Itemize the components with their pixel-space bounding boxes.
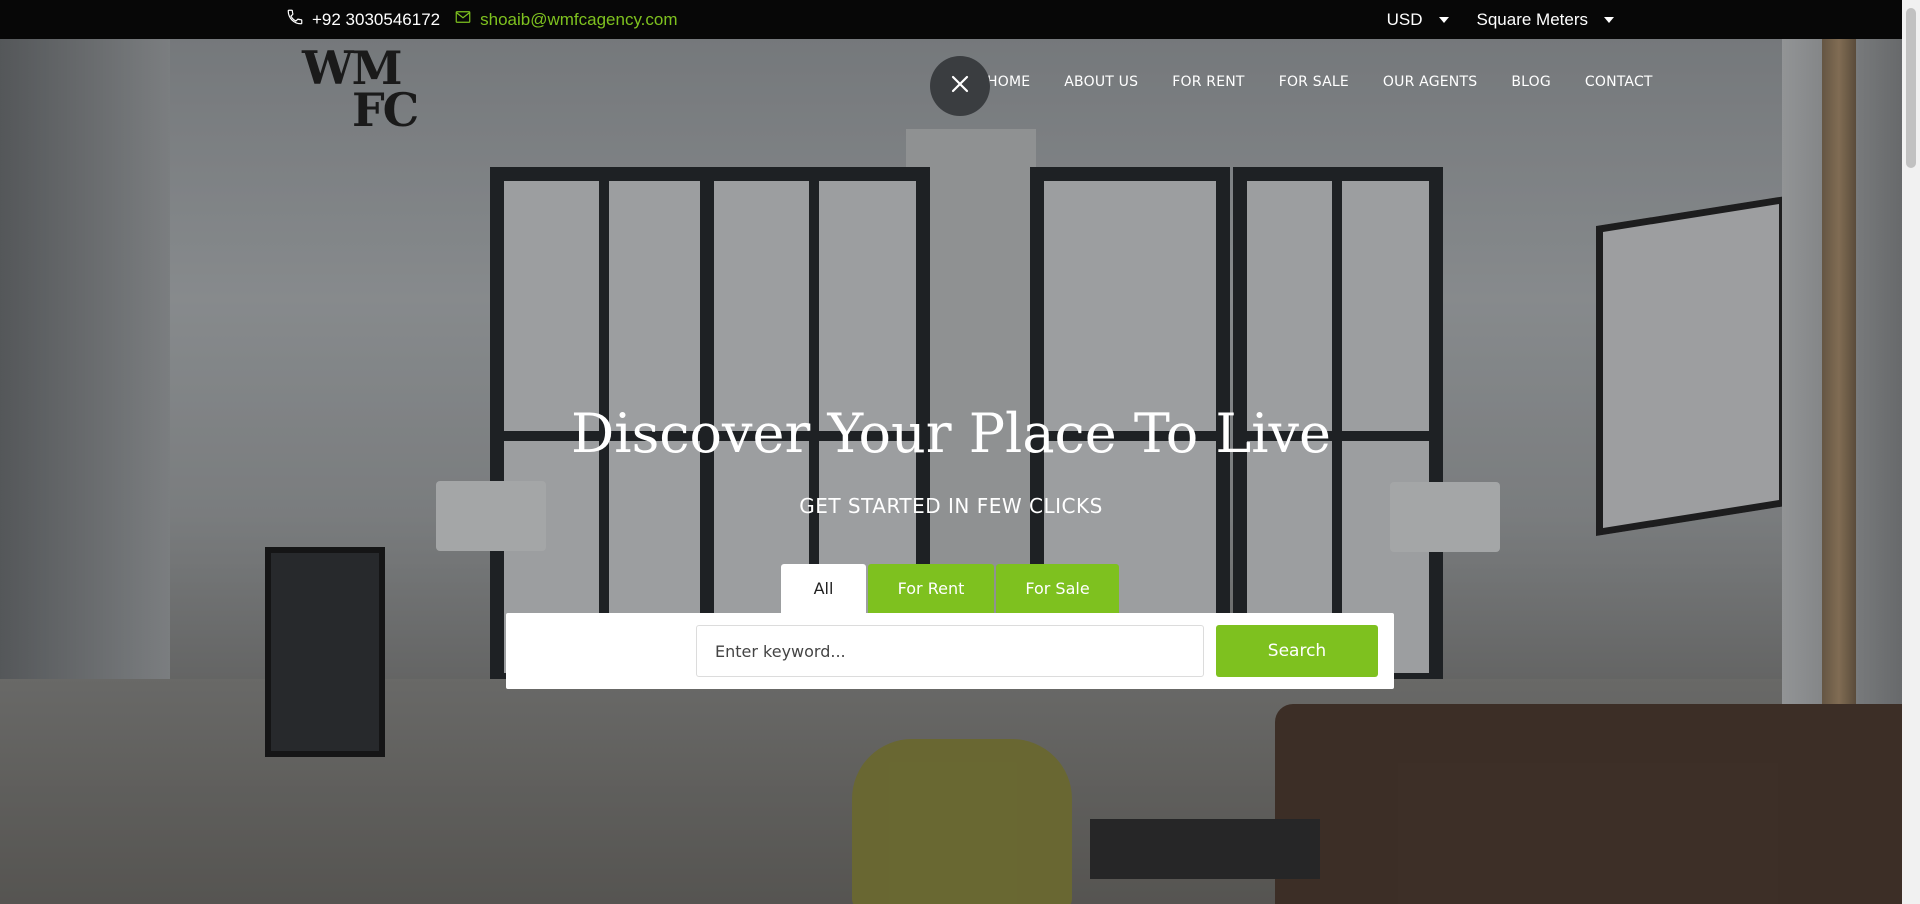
email-contact[interactable]: shoaib@wmfcagency.com bbox=[454, 8, 678, 31]
chevron-down-icon bbox=[1604, 16, 1614, 23]
unit-dropdown[interactable]: Square Meters bbox=[1476, 9, 1614, 30]
close-button[interactable] bbox=[930, 56, 990, 116]
currency-label: USD bbox=[1386, 9, 1423, 29]
keyword-input[interactable] bbox=[696, 625, 1204, 677]
currency-dropdown[interactable]: USD bbox=[1387, 10, 1449, 30]
phone-number: +92 3030546172 bbox=[312, 9, 441, 29]
search-tabs: All For Rent For Sale bbox=[781, 564, 1119, 613]
hero-title: Discover Your Place To Live bbox=[571, 402, 1331, 465]
nav-home[interactable]: HOME bbox=[987, 74, 1030, 90]
close-icon bbox=[950, 74, 970, 99]
hero-overlay bbox=[0, 39, 1902, 904]
top-bar: +92 3030546172 shoaib@wmfcagency.com USD… bbox=[0, 0, 1920, 39]
tab-for-rent[interactable]: For Rent bbox=[868, 564, 994, 613]
nav-for-sale[interactable]: FOR SALE bbox=[1279, 74, 1349, 90]
phone-icon bbox=[286, 8, 304, 31]
nav-about-us[interactable]: ABOUT US bbox=[1064, 74, 1138, 90]
nav-our-agents[interactable]: OUR AGENTS bbox=[1383, 74, 1477, 90]
unit-label: Square Meters bbox=[1476, 9, 1589, 29]
phone-contact[interactable]: +92 3030546172 bbox=[286, 8, 440, 31]
scrollbar-thumb[interactable] bbox=[1906, 8, 1916, 168]
logo-line-2: FC bbox=[352, 83, 419, 137]
nav-contact[interactable]: CONTACT bbox=[1585, 74, 1653, 90]
email-address: shoaib@wmfcagency.com bbox=[480, 9, 678, 29]
nav-for-rent[interactable]: FOR RENT bbox=[1172, 74, 1244, 90]
nav-blog[interactable]: BLOG bbox=[1511, 74, 1551, 90]
hero-section bbox=[0, 39, 1902, 904]
site-logo[interactable]: WM FC bbox=[302, 45, 419, 137]
page-scrollbar[interactable] bbox=[1902, 0, 1920, 904]
topbar-selectors: USD Square Meters bbox=[1387, 0, 1614, 39]
hero-subtitle: GET STARTED IN FEW CLICKS bbox=[799, 494, 1103, 518]
tab-all[interactable]: All bbox=[781, 564, 866, 613]
mail-icon bbox=[454, 8, 472, 31]
contact-info: +92 3030546172 shoaib@wmfcagency.com bbox=[286, 0, 678, 39]
search-button[interactable]: Search bbox=[1216, 625, 1378, 677]
search-panel: Search bbox=[506, 613, 1394, 689]
tab-for-sale[interactable]: For Sale bbox=[996, 564, 1119, 613]
main-nav: HOME ABOUT US FOR RENT FOR SALE OUR AGEN… bbox=[987, 74, 1653, 90]
chevron-down-icon bbox=[1438, 16, 1449, 23]
